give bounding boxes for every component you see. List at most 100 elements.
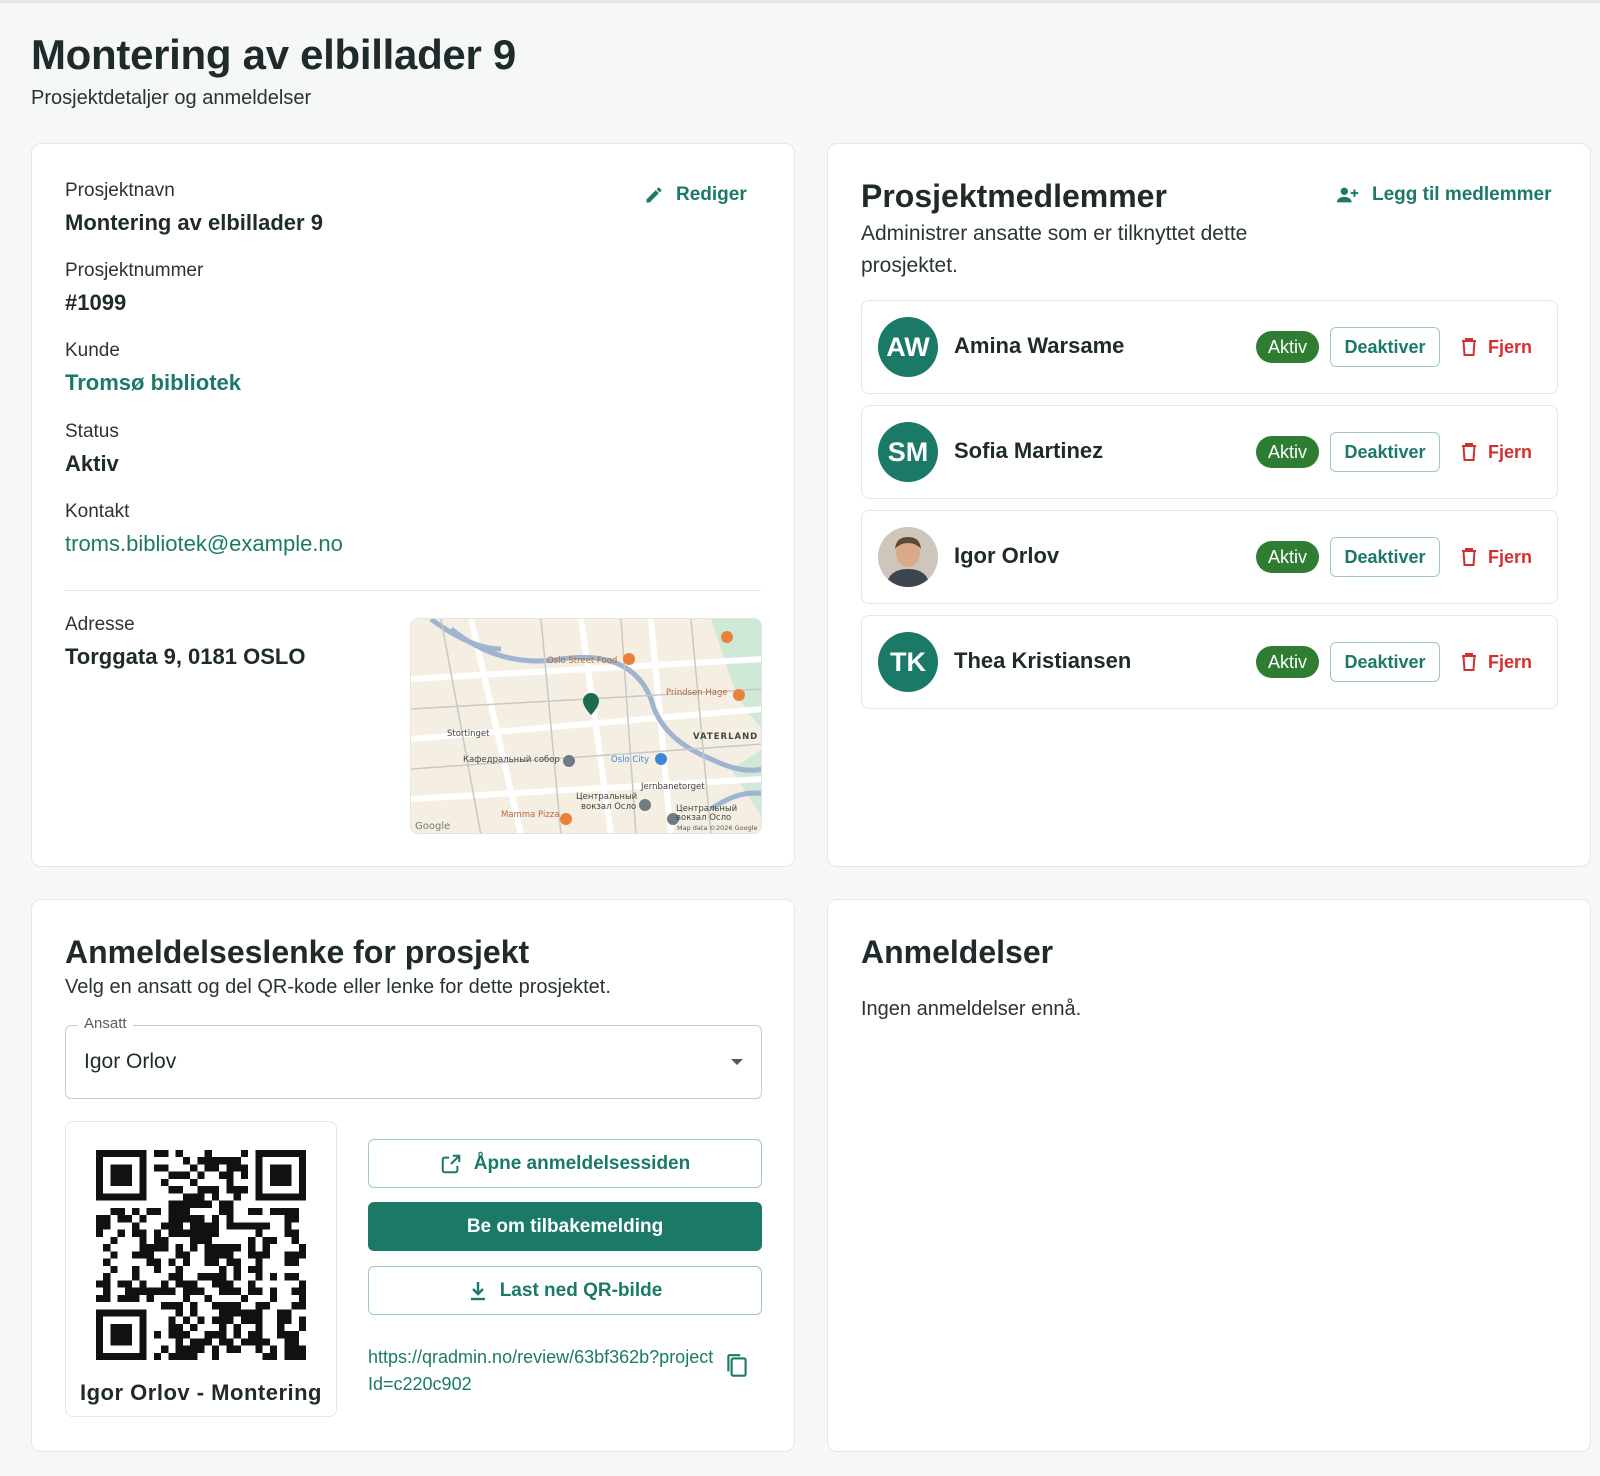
external-link-icon	[441, 1154, 461, 1173]
review-url-link[interactable]: https://qradmin.no/review/63bf362b?proje…	[368, 1344, 714, 1398]
status-badge: Aktiv	[1256, 436, 1320, 468]
status-badge: Aktiv	[1256, 541, 1320, 573]
field-label: Prosjektnavn	[65, 180, 175, 201]
remove-label: Fjern	[1488, 546, 1533, 567]
pencil-icon	[646, 187, 662, 203]
trash-icon	[1462, 653, 1476, 671]
member-name: Igor Orlov	[954, 543, 1060, 568]
add-members-button[interactable]: Legg til medlemmer	[1336, 184, 1552, 206]
dropdown-arrow-icon	[731, 1059, 743, 1065]
review-link-title: Anmeldelseslenke for prosjekt	[65, 934, 530, 970]
avatar: SM	[878, 422, 938, 482]
project-number-value: #1099	[65, 290, 127, 315]
open-review-page-label: Åpne anmeldelsessiden	[473, 1152, 691, 1174]
remove-button[interactable]: Fjern	[1460, 432, 1532, 472]
page-subtitle: Prosjektdetaljer og anmeldelser	[31, 87, 312, 109]
member-row: AW Amina Warsame Aktiv Deaktiver Fjern	[861, 300, 1558, 394]
status-value: Aktiv	[65, 451, 119, 476]
download-qr-button[interactable]: Last ned QR-bilde	[368, 1266, 762, 1315]
member-row: SM Sofia Martinez Aktiv Deaktiver Fjern	[861, 405, 1558, 499]
field-address: Adresse Torggata 9, 0181 OSLO	[65, 614, 305, 670]
svg-text:вокзал Осло: вокзал Осло	[676, 813, 731, 823]
reviews-title: Anmeldelser	[861, 934, 1054, 970]
review-link-card: Anmeldelseslenke for prosjekt Velg en an…	[31, 899, 795, 1452]
page-header: Montering av elbillader 9 Prosjektdetalj…	[31, 31, 516, 110]
member-name: Sofia Martinez	[954, 438, 1104, 463]
field-label: Kontakt	[65, 501, 130, 522]
field-label: Kunde	[65, 340, 120, 361]
svg-text:вокзал Осло: вокзал Осло	[581, 802, 636, 812]
member-row: TK Thea Kristiansen Aktiv Deaktiver Fjer…	[861, 615, 1558, 709]
field-label: Status	[65, 421, 119, 442]
avatar-photo	[878, 527, 938, 587]
member-name: Thea Kristiansen	[954, 648, 1132, 673]
reviews-card: Anmeldelser Ingen anmeldelser ennå.	[827, 899, 1591, 1452]
project-members-card: Prosjektmedlemmer Administrer ansatte so…	[827, 143, 1591, 867]
project-name-value: Montering av elbillader 9	[65, 210, 323, 235]
remove-button[interactable]: Fjern	[1460, 327, 1532, 367]
remove-label: Fjern	[1488, 651, 1533, 672]
review-link-description: Velg en ansatt og del QR-kode eller lenk…	[65, 976, 611, 998]
qr-code-icon	[96, 1150, 306, 1360]
person-add-icon	[1336, 187, 1359, 203]
remove-label: Fjern	[1488, 336, 1533, 357]
person-photo-icon	[878, 527, 938, 587]
svg-text:Oslo City: Oslo City	[611, 755, 649, 765]
employee-select[interactable]: Ansatt Igor Orlov	[65, 1015, 762, 1099]
open-review-page-button[interactable]: Åpne anmeldelsessiden	[368, 1139, 762, 1188]
reviews-empty-text: Ingen anmeldelser ennå.	[861, 998, 1082, 1020]
svg-text:Jernbanetorget: Jernbanetorget	[640, 782, 705, 792]
trash-icon	[1462, 443, 1476, 461]
member-row: Igor Orlov Aktiv Deaktiver Fjern	[861, 510, 1558, 604]
members-title: Prosjektmedlemmer	[861, 178, 1167, 214]
edit-button[interactable]: Rediger	[644, 184, 747, 206]
deactivate-button[interactable]: Deaktiver	[1330, 327, 1440, 367]
field-project-number: Prosjektnummer #1099	[65, 260, 203, 316]
copy-icon[interactable]	[724, 1352, 750, 1385]
svg-text:Stortinget: Stortinget	[447, 729, 490, 739]
contact-email-link[interactable]: troms.bibliotek@example.no	[65, 531, 343, 557]
remove-button[interactable]: Fjern	[1460, 642, 1532, 682]
customer-link[interactable]: Tromsø bibliotek	[65, 370, 241, 396]
trash-icon	[1462, 338, 1476, 356]
svg-text:Mamma Pizza: Mamma Pizza	[501, 810, 559, 820]
deactivate-button[interactable]: Deaktiver	[1330, 432, 1440, 472]
download-qr-label: Last ned QR-bilde	[499, 1279, 663, 1301]
map-graphic: Oslo Street Food Prindsen Hage Mamma Piz…	[411, 619, 761, 833]
add-members-label: Legg til medlemmer	[1372, 184, 1552, 205]
remove-label: Fjern	[1488, 441, 1533, 462]
svg-text:Кафедральный собор: Кафедральный собор	[463, 755, 560, 765]
field-label: Prosjektnummer	[65, 260, 204, 281]
qr-code-card: Igor Orlov - Montering	[65, 1121, 337, 1417]
field-contact: Kontakt troms.bibliotek@example.no	[65, 501, 343, 557]
field-label: Adresse	[65, 614, 135, 635]
members-description: Administrer ansatte som er tilknyttet de…	[861, 222, 1248, 277]
svg-text:Google: Google	[415, 821, 450, 832]
field-status: Status Aktiv	[65, 421, 119, 477]
project-details-card: Rediger Prosjektnavn Montering av elbill…	[31, 143, 795, 867]
avatar: AW	[878, 317, 938, 377]
deactivate-button[interactable]: Deaktiver	[1330, 537, 1440, 577]
download-icon	[470, 1281, 485, 1300]
avatar: TK	[878, 632, 938, 692]
svg-text:Map data ©2026 Google: Map data ©2026 Google	[677, 824, 758, 832]
svg-text:Oslo Street Food: Oslo Street Food	[547, 656, 617, 666]
deactivate-button[interactable]: Deaktiver	[1330, 642, 1440, 682]
divider	[65, 590, 761, 591]
svg-text:Центральный: Центральный	[576, 792, 637, 802]
qr-caption: Igor Orlov - Montering	[80, 1380, 322, 1405]
remove-button[interactable]: Fjern	[1460, 537, 1532, 577]
page-title: Montering av elbillader 9	[31, 31, 516, 78]
svg-text:VATERLAND: VATERLAND	[693, 732, 758, 742]
field-project-name: Prosjektnavn Montering av elbillader 9	[65, 180, 323, 236]
svg-text:Prindsen Hage: Prindsen Hage	[666, 688, 728, 698]
status-badge: Aktiv	[1256, 331, 1320, 363]
address-value: Torggata 9, 0181 OSLO	[65, 644, 306, 669]
request-feedback-button[interactable]: Be om tilbakemelding	[368, 1202, 762, 1251]
employee-select-value: Igor Orlov	[84, 1050, 177, 1073]
employee-select-label: Ansatt	[78, 1015, 133, 1032]
edit-button-label: Rediger	[676, 184, 747, 205]
trash-icon	[1462, 548, 1476, 566]
address-map[interactable]: Oslo Street Food Prindsen Hage Mamma Piz…	[410, 618, 762, 834]
field-customer: Kunde Tromsø bibliotek	[65, 340, 241, 396]
